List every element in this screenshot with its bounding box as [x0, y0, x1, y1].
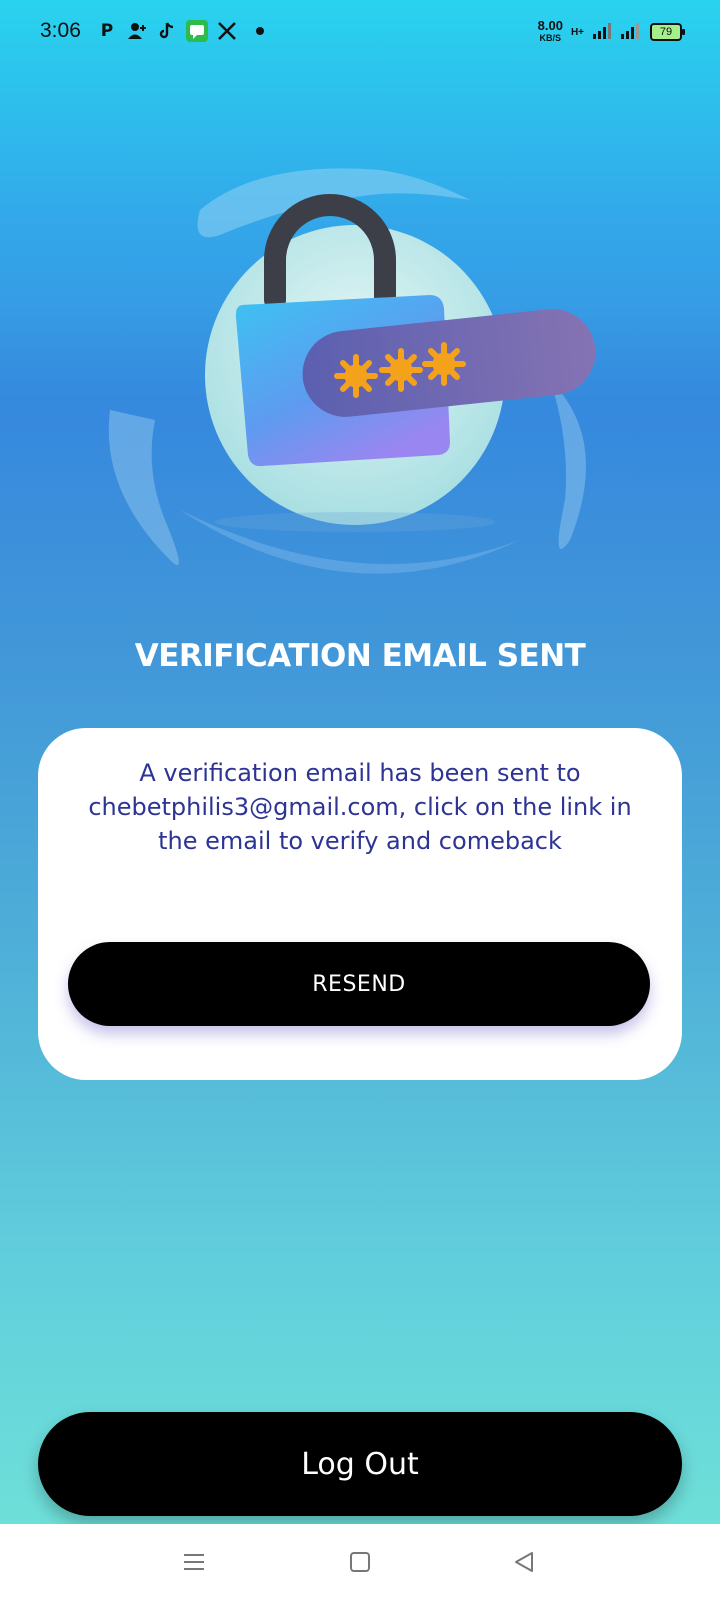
dot-icon: [256, 27, 264, 35]
signal-1-icon: [592, 20, 612, 44]
page-title: VERIFICATION EMAIL SENT: [134, 638, 586, 674]
back-triangle-icon[interactable]: [508, 1546, 540, 1578]
network-type-label: H+: [570, 26, 584, 38]
verification-card: A verification email has been sent to ch…: [38, 728, 682, 1080]
battery-icon: 79: [650, 23, 685, 41]
status-bar: 3:06 P 8.00 KB/S H+ 79: [0, 0, 720, 64]
system-nav-bar: [0, 1524, 720, 1600]
system-icons: 8.00 KB/S H+ 79: [537, 18, 685, 44]
verification-message: A verification email has been sent to ch…: [88, 759, 632, 855]
notification-icons: P: [96, 20, 264, 42]
network-speed: 8.00 KB/S: [537, 18, 563, 43]
tiktok-icon: [156, 20, 178, 42]
resend-button[interactable]: RESEND: [68, 942, 650, 1026]
logout-button[interactable]: Log Out: [38, 1412, 682, 1516]
status-time: 3:06: [40, 19, 81, 42]
menu-icon[interactable]: [178, 1546, 210, 1578]
battery-level: 79: [659, 26, 673, 38]
padlock-password-icon: [90, 150, 630, 610]
add-contact-icon: [126, 20, 148, 42]
network-speed-unit: KB/S: [539, 33, 562, 43]
network-speed-value: 8.00: [537, 18, 563, 33]
signal-2-icon: [620, 20, 642, 44]
home-square-icon[interactable]: [344, 1546, 376, 1578]
messages-icon: [186, 20, 208, 42]
x-icon: [216, 20, 238, 42]
parking-p-icon: P: [100, 21, 114, 41]
